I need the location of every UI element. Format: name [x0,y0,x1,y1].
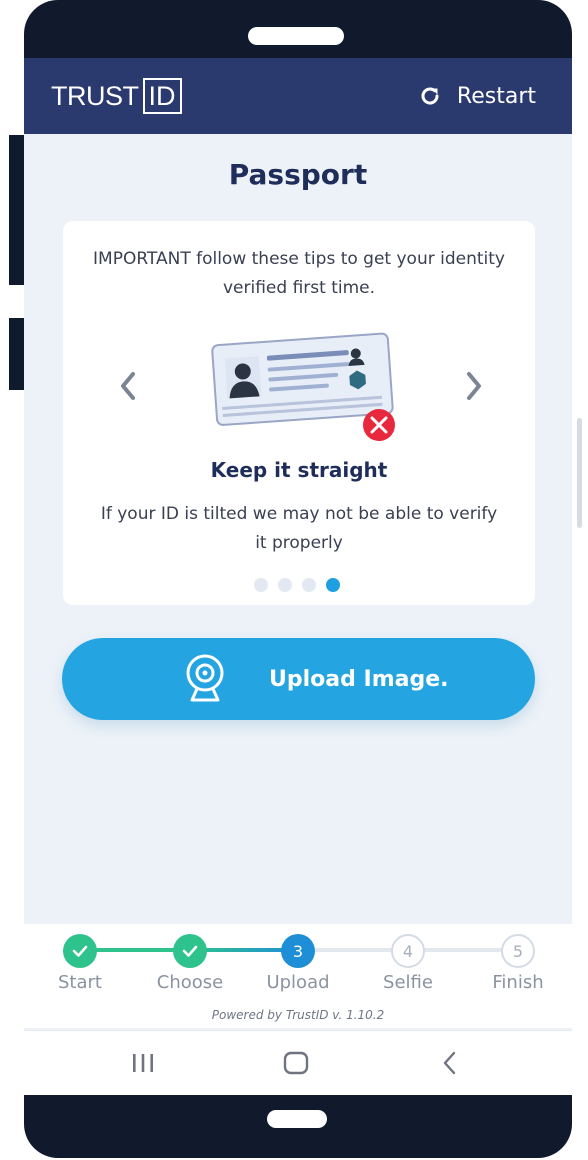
restart-label: Restart [456,83,536,109]
recent-apps-button[interactable] [123,1045,163,1081]
step-choose-indicator [173,934,207,968]
step-finish-indicator: 5 [501,934,535,968]
tip-carousel-card: IMPORTANT follow these tips to get your … [63,221,535,605]
phone-frame: TRUST ID Restart Passport IMPORTANT foll… [24,0,572,1158]
restart-icon [421,87,439,105]
upload-image-button[interactable]: Upload Image. [62,638,535,720]
phone-speaker [248,27,344,45]
phone-volume-button [577,418,582,528]
page-title: Passport [228,158,368,191]
powered-by-text: Powered by TrustID v. 1.10.2 [211,1008,385,1022]
step-label-choose: Choose [156,972,224,993]
step-start-indicator [63,934,97,968]
phone-side-button [9,318,24,390]
phone-side-button [9,135,24,285]
step-label-selfie: Selfie [383,972,433,993]
tip-intro-text: IMPORTANT follow these tips to get your … [93,249,505,298]
restart-button[interactable]: Restart [417,83,536,109]
check-icon [182,945,198,957]
tip-body-text: If your ID is tilted we may not be able … [100,504,498,553]
tip-title: Keep it straight [210,458,388,482]
logo-id-box: ID [142,78,182,114]
trustid-logo: TRUST ID [51,78,182,114]
step-label-upload: Upload [266,972,330,993]
app-screen: TRUST ID Restart Passport IMPORTANT foll… [24,58,572,1095]
phone-home-indicator [267,1110,327,1128]
tilted-id-card-illustration [211,332,395,441]
back-button[interactable] [430,1045,470,1081]
chevron-right-icon[interactable] [459,366,489,406]
error-x-icon [363,409,395,441]
upload-image-label: Upload Image. [269,666,449,692]
step-label-finish: Finish [492,972,544,993]
app-header: TRUST ID Restart [24,58,572,134]
check-icon [72,945,88,957]
carousel-dot[interactable] [254,578,268,592]
step-label-start: Start [58,972,102,993]
chevron-left-icon[interactable] [113,366,143,406]
carousel-dot[interactable] [278,578,292,592]
carousel-dot[interactable] [302,578,316,592]
home-icon [283,1051,309,1075]
step-selfie-indicator: 4 [391,934,425,968]
back-icon [443,1051,456,1075]
android-nav-bar [24,1030,572,1095]
progress-stepper: 3 4 5 Start Choose Upload Selfie Finish … [24,924,572,1028]
step-upload-indicator: 3 [281,934,315,968]
logo-text: TRUST [51,80,139,111]
carousel-dots [254,578,340,592]
carousel-dot-active[interactable] [326,578,340,592]
webcam-icon [186,654,224,702]
recent-apps-icon [133,1054,153,1072]
home-button[interactable] [276,1045,316,1081]
